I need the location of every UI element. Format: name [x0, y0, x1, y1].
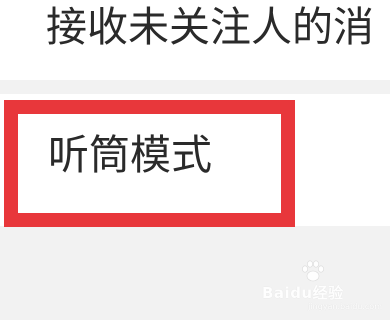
setting-label-earpiece-mode: 听筒模式: [48, 131, 212, 179]
watermark-url: jingyan.baidu.com: [308, 302, 382, 311]
baidu-jingyan-watermark: Baidu经验 jingyan.baidu.com: [262, 258, 382, 311]
section-divider: [0, 80, 390, 94]
setting-label-receive-non-followers: 接收未关注人的消: [46, 3, 374, 51]
watermark-brand: Baidu经验: [262, 284, 344, 302]
settings-page: 接收未关注人的消 听筒模式 Baidu经验 jingyan.baidu.com: [0, 0, 390, 320]
setting-row-receive-non-followers[interactable]: 接收未关注人的消: [0, 0, 390, 80]
setting-row-earpiece-mode[interactable]: 听筒模式: [0, 94, 390, 226]
paw-icon: [302, 260, 324, 282]
